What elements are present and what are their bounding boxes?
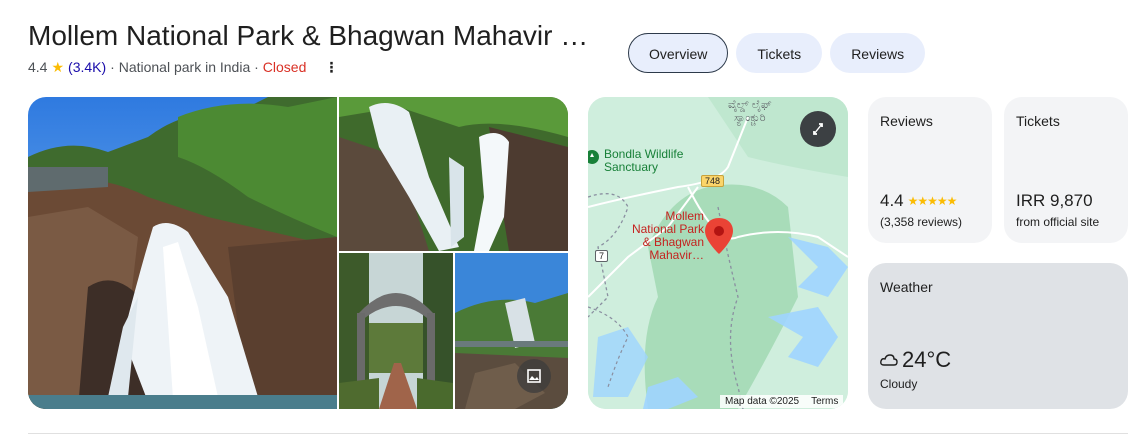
terms-link[interactable]: Terms <box>811 396 838 407</box>
tab-overview[interactable]: Overview <box>628 33 729 73</box>
kannada-label: ವೈಲ್ಡ್ ಲೈಫ್ ಸ್ಯಾಂಕ್ಚುರಿ <box>728 99 772 124</box>
tab-bar: Overview Tickets Reviews <box>628 33 926 73</box>
main-waterfall-photo[interactable] <box>28 97 337 409</box>
ticket-source: from official site <box>1016 215 1100 229</box>
expand-icon <box>813 123 823 135</box>
tickets-card[interactable]: Tickets IRR 9,870 from official site <box>1004 97 1128 243</box>
ticket-price: IRR 9,870 <box>1016 191 1093 210</box>
road-shield-7: 7 <box>595 250 609 262</box>
tickets-card-title: Tickets <box>1016 113 1060 129</box>
weather-temp: 24°C <box>902 347 952 372</box>
reviews-rating: 4.4 <box>880 191 904 210</box>
bottom-divider <box>28 433 1128 434</box>
map-data-label: Map data ©2025 <box>725 396 800 407</box>
star-icon: ★ <box>51 59 65 75</box>
reviews-card[interactable]: Reviews 4.4 ★★★★★ (3,358 reviews) <box>868 97 992 243</box>
photo-gallery <box>28 97 568 409</box>
reviews-count: (3,358 reviews) <box>880 215 963 229</box>
rating-count-link[interactable]: (3.4K) <box>68 58 106 76</box>
cloud-icon <box>880 354 898 366</box>
rating-value: 4.4 <box>28 59 48 75</box>
waterfall-bridge-photo[interactable] <box>455 253 568 409</box>
tab-tickets[interactable]: Tickets <box>736 33 823 73</box>
open-status: Closed <box>262 59 307 75</box>
map-attribution: Map data ©2025 Terms <box>720 395 844 408</box>
waterfall-photo-2[interactable] <box>339 97 568 251</box>
category-text: · National park in India · <box>110 59 259 75</box>
place-meta: 4.4 ★ (3.4K) · National park in India · … <box>28 58 338 76</box>
star-rating-icon: ★★★★★ <box>907 194 958 208</box>
map-preview[interactable]: Bondla Wildlife Sanctuary ವೈಲ್ಡ್ ಲೈಫ್ ಸ್… <box>588 97 848 409</box>
road-shield-748: 748 <box>701 175 725 187</box>
place-title: Mollem National Park & Bhagwan Mahavir … <box>28 20 589 51</box>
expand-map-button[interactable] <box>800 111 836 147</box>
image-icon <box>527 369 541 383</box>
weather-card-title: Weather <box>880 279 933 295</box>
place-map-label[interactable]: Mollem National Park & Bhagwan Mahavir… <box>616 210 704 262</box>
map-pin-icon <box>705 218 733 254</box>
reviews-card-title: Reviews <box>880 113 933 129</box>
tab-reviews[interactable]: Reviews <box>830 33 926 73</box>
more-vert-icon[interactable]: ⋮ <box>324 58 338 76</box>
forest-arch-photo[interactable] <box>339 253 453 409</box>
weather-card[interactable]: Weather 24°C Cloudy <box>868 263 1128 409</box>
gallery-button[interactable] <box>517 359 551 393</box>
weather-condition: Cloudy <box>880 377 918 391</box>
nearby-place-label[interactable]: Bondla Wildlife Sanctuary <box>604 148 683 174</box>
